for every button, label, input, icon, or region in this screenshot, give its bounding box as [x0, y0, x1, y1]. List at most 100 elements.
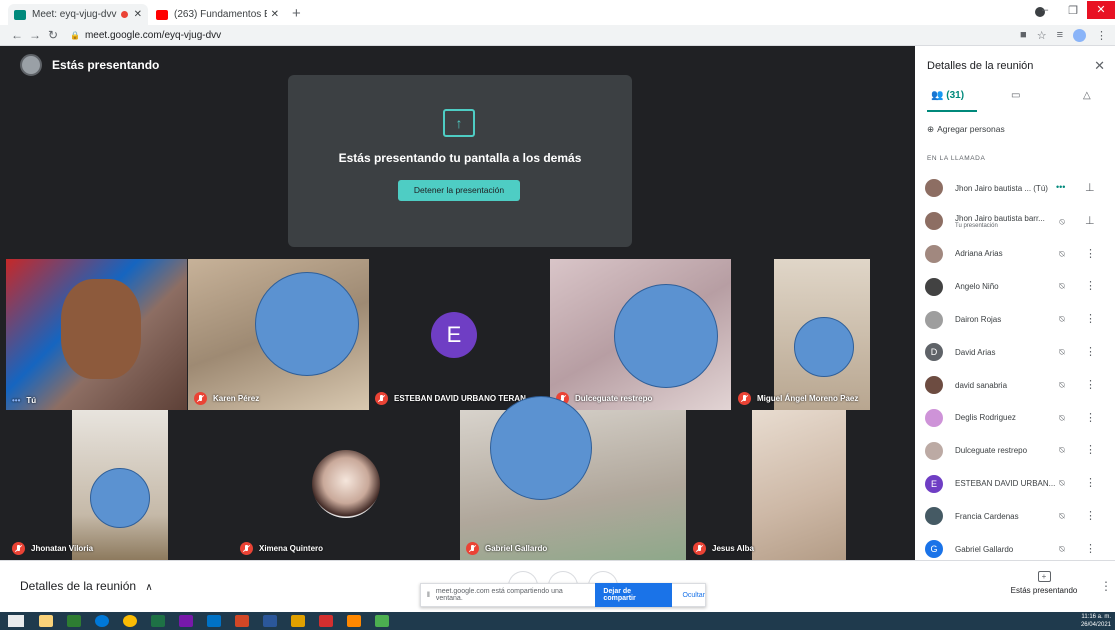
presenting-menu-button[interactable]: + Estás presentando	[1006, 571, 1082, 595]
outlook-icon[interactable]	[207, 615, 221, 627]
minimize-icon[interactable]: –	[1031, 4, 1059, 16]
muted-mic-icon	[466, 542, 479, 555]
stop-presenting-button[interactable]: Detener la presentación	[398, 180, 520, 201]
list-item[interactable]: Dulceguate restrepo ⍉ ⋮	[915, 434, 1115, 467]
tile-label: Karen Pérez	[194, 392, 259, 405]
system-clock[interactable]: 11:16 a. m. 26/04/2021	[1081, 613, 1111, 629]
muted-mic-icon	[738, 392, 751, 405]
list-item[interactable]: Jhon Jairo bautista ... (Tú) ••• ⊥	[915, 172, 1115, 205]
edge-icon[interactable]	[95, 615, 109, 627]
video-tile-jesus[interactable]: Jesus Alba	[687, 410, 915, 560]
forward-arrow-icon[interactable]: →	[26, 28, 44, 42]
browser-menu-icon[interactable]: ⋮	[1096, 29, 1107, 42]
windows-start-icon[interactable]	[8, 615, 24, 627]
tab-people[interactable]: 👥 (31)	[931, 90, 971, 101]
video-tile-you[interactable]: ••• Tú	[6, 259, 187, 410]
active-tab-indicator	[927, 110, 977, 112]
more-options-icon[interactable]: ⋮	[1100, 579, 1112, 593]
presenter-avatar	[20, 54, 42, 76]
video-tile-dulceguate[interactable]: Dulceguate restrepo	[550, 259, 731, 410]
onenote-icon[interactable]	[179, 615, 193, 627]
list-item[interactable]: Adriana Arias ⍉ ⋮	[915, 238, 1115, 271]
presentation-audio-off-icon: ⦸	[1059, 215, 1065, 226]
close-panel-icon[interactable]: ✕	[1094, 58, 1105, 74]
word-icon[interactable]	[263, 615, 277, 627]
chrome-icon[interactable]	[123, 615, 137, 627]
tab-meet[interactable]: Meet: eyq-vjug-dvv ✕	[8, 4, 148, 25]
browser-toolbar: ← → ↻ 🔒 meet.google.com/eyq-vjug-dvv ■ ☆…	[0, 25, 1115, 46]
address-bar[interactable]: 🔒 meet.google.com/eyq-vjug-dvv	[70, 30, 850, 41]
window-close-icon[interactable]: ✕	[1087, 1, 1115, 19]
list-item[interactable]: Dairon Rojas ⍉ ⋮	[915, 303, 1115, 336]
store-icon[interactable]	[67, 615, 81, 627]
video-tile-karen[interactable]: Karen Pérez	[188, 259, 369, 410]
close-tab-icon[interactable]: ✕	[134, 9, 142, 20]
blur-overlay	[614, 284, 718, 388]
muted-mic-icon: ⍉	[1059, 379, 1065, 390]
file-explorer-icon[interactable]	[39, 615, 53, 627]
list-item[interactable]: Jhon Jairo bautista barr... Tu presentaci…	[915, 205, 1115, 238]
more-options-icon[interactable]: ⋮	[1085, 247, 1096, 260]
participant-name: Angelo Niño	[955, 282, 999, 292]
participant-name: Adriana Arias	[955, 249, 1003, 259]
avatar	[925, 244, 943, 263]
excel-icon[interactable]	[151, 615, 165, 627]
muted-mic-icon: ⍉	[1059, 281, 1065, 292]
pin-icon[interactable]: ⊥	[1085, 181, 1095, 194]
windows-taskbar: 11:16 a. m. 26/04/2021	[0, 612, 1115, 630]
blur-overlay	[794, 317, 854, 377]
screen-share-banner: ‖ meet.google.com está compartiendo una …	[420, 583, 706, 607]
account-avatar[interactable]	[1073, 28, 1086, 42]
video-tile-miguel[interactable]: Miguel Ángel Moreno Paez	[732, 259, 915, 410]
avatar	[925, 310, 943, 329]
participant-list: Jhon Jairo bautista ... (Tú) ••• ⊥ Jhon …	[915, 172, 1115, 566]
list-item[interactable]: Francia Cardenas ⍉ ⋮	[915, 500, 1115, 533]
more-options-icon[interactable]: ⋮	[1085, 542, 1096, 555]
tab-chat[interactable]: ▭	[1011, 90, 1020, 101]
camera-indicator-icon[interactable]: ■	[1020, 29, 1027, 41]
muted-mic-icon: ⍉	[1059, 510, 1065, 521]
add-people-button[interactable]: ⊕ Agregar personas	[927, 124, 1005, 135]
more-options-icon[interactable]: ⋮	[1085, 378, 1096, 391]
paint-icon[interactable]	[291, 615, 305, 627]
muted-mic-icon: ⍉	[1059, 346, 1065, 357]
bookmark-star-icon[interactable]: ☆	[1037, 29, 1047, 42]
more-options-icon[interactable]: ⋮	[1085, 411, 1096, 424]
new-tab-icon[interactable]: +	[292, 5, 301, 22]
reading-list-icon[interactable]: ≡	[1057, 29, 1063, 41]
more-options-icon[interactable]: ⋮	[1085, 509, 1096, 522]
android-icon[interactable]	[375, 615, 389, 627]
powerpoint-icon[interactable]	[235, 615, 249, 627]
reload-icon[interactable]: ↻	[44, 28, 62, 42]
lock-icon: 🔒	[70, 30, 80, 40]
participant-name: Gabriel Gallardo	[955, 544, 1014, 554]
back-arrow-icon[interactable]: ←	[8, 28, 26, 42]
more-options-icon[interactable]: ⋮	[1085, 443, 1096, 456]
list-item[interactable]: Angelo Niño ⍉ ⋮	[915, 270, 1115, 303]
video-tile-jhonatan[interactable]: Jhonatan Viloria	[6, 410, 234, 560]
acrobat-icon[interactable]	[319, 615, 333, 627]
maximize-icon[interactable]: ❐	[1059, 4, 1087, 17]
people-icon: 👥	[931, 90, 944, 101]
tab-activities[interactable]: △	[1083, 90, 1091, 101]
list-item[interactable]: Deglis Rodriguez ⍉ ⋮	[915, 402, 1115, 435]
tab-youtube[interactable]: (263) Fundamentos Básicos Voleib ✕	[150, 4, 285, 25]
more-options-icon[interactable]: ⋮	[1085, 312, 1096, 325]
list-item[interactable]: D David Arias ⍉ ⋮	[915, 336, 1115, 369]
blur-overlay	[90, 468, 150, 528]
avatar	[925, 277, 943, 296]
list-item[interactable]: E ESTEBAN DAVID URBAN... ⍉ ⋮	[915, 467, 1115, 500]
pin-icon[interactable]: ⊥	[1085, 214, 1095, 227]
drag-handle-icon[interactable]: ‖	[427, 592, 430, 599]
more-options-icon[interactable]: ⋮	[1085, 476, 1096, 489]
list-item[interactable]: david sanabria ⍉ ⋮	[915, 369, 1115, 402]
more-options-icon[interactable]: ⋮	[1085, 345, 1096, 358]
video-tile-ximena[interactable]: Ximena Quintero	[234, 410, 460, 560]
video-tile-esteban[interactable]: E ESTEBAN DAVID URBANO TERAN	[369, 259, 550, 410]
meeting-details-button[interactable]: Detalles de la reunión ∧	[20, 579, 153, 593]
close-tab-icon[interactable]: ✕	[271, 9, 279, 20]
stop-sharing-button[interactable]: Dejar de compartir	[595, 583, 673, 607]
hide-banner-button[interactable]: Ocultar	[682, 592, 705, 599]
more-options-icon[interactable]: ⋮	[1085, 279, 1096, 292]
vlc-icon[interactable]	[347, 615, 361, 627]
